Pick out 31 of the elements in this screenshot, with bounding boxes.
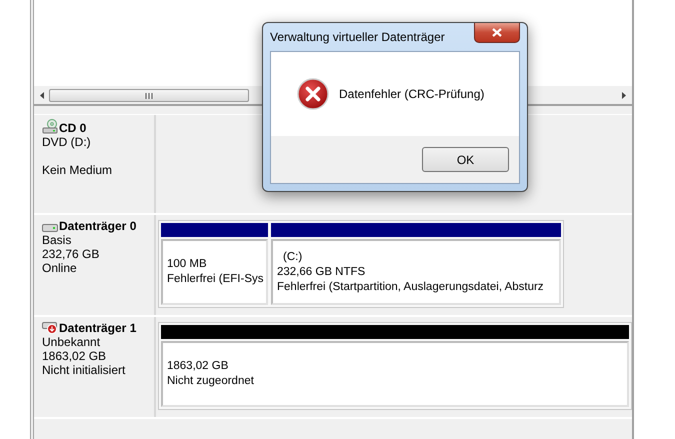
scroll-thumb[interactable] [49, 89, 249, 102]
disk-name: CD 0 [59, 121, 86, 135]
partition-status: Fehlerfrei (Startpartition, Auslagerungsdatei, Absturz [277, 280, 545, 294]
dialog-title: Verwaltung virtueller Datenträger [270, 30, 445, 44]
partition-status: Fehlerfrei (EFI-Sys [167, 272, 262, 287]
scroll-left-icon[interactable] [40, 92, 45, 99]
disk-info: Nicht initialisiert [42, 363, 126, 377]
scroll-right-icon[interactable] [621, 92, 626, 99]
partition-size: 100 MB [167, 257, 208, 272]
optical-drive-icon [42, 119, 58, 135]
disk-info: DVD (D:) [42, 135, 92, 149]
disk-status: Kein Medium [42, 163, 114, 177]
hard-drive-icon [42, 223, 58, 233]
grip-icon [145, 92, 153, 98]
disk-name: Datenträger 1 [59, 321, 136, 335]
partition-status: Nicht zugeordnet [167, 374, 255, 389]
partition-size: 1863,02 GB [167, 359, 230, 374]
close-button[interactable] [474, 23, 520, 43]
disk-info: Online [42, 261, 78, 275]
drive-error-icon [42, 321, 58, 335]
disk-info: Unbekannt [42, 335, 102, 349]
error-icon [297, 78, 329, 110]
partition-label: (C:) [282, 250, 304, 264]
disk-info: 1863,02 GB [42, 349, 108, 363]
disk-info: Basis [42, 233, 72, 247]
close-icon [492, 28, 502, 37]
partition-size: 232,66 GB NTFS [277, 264, 366, 280]
disk-name: Datenträger 0 [59, 219, 136, 233]
error-message: Datenfehler (CRC-Prüfung) [339, 87, 484, 101]
ok-button[interactable]: OK [422, 147, 509, 172]
disk-info: 232,76 GB [42, 247, 100, 261]
